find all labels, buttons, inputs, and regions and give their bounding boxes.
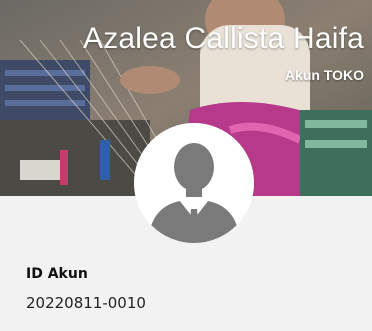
account-type-label: Akun TOKO — [284, 67, 364, 83]
avatar — [134, 123, 254, 243]
account-id-label: ID Akun — [26, 266, 88, 282]
default-user-silhouette-icon — [134, 123, 254, 243]
profile-card: Azalea Callista Haifa Akun TOKO ID Akun … — [0, 0, 372, 331]
profile-name: Azalea Callista Haifa — [83, 22, 364, 55]
account-id-value: 20220811-0010 — [26, 294, 146, 312]
